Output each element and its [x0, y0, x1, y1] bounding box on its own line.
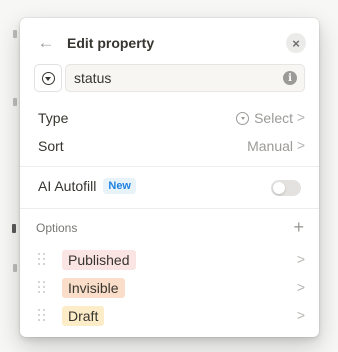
option-tag: Draft — [62, 306, 105, 326]
drag-handle-icon[interactable] — [38, 281, 46, 294]
edge-mark — [13, 30, 17, 38]
panel-title: Edit property — [67, 35, 155, 51]
edge-mark — [13, 98, 17, 106]
divider — [20, 166, 319, 167]
chevron-right-icon: > — [296, 137, 305, 153]
sort-value: Manual — [247, 138, 293, 154]
sort-row[interactable]: Sort Manual > — [20, 132, 319, 160]
panel-header: ← Edit property × — [20, 32, 319, 54]
new-badge: New — [103, 178, 136, 194]
option-item[interactable]: Published > — [20, 246, 319, 274]
drag-handle-icon[interactable] — [38, 253, 46, 266]
edit-property-panel: ← Edit property × i Type Select > Sort M… — [20, 18, 319, 337]
info-icon[interactable]: i — [283, 71, 297, 85]
select-type-icon — [236, 111, 250, 125]
chevron-right-icon: > — [296, 307, 305, 323]
ai-autofill-text: AI Autofill — [38, 178, 97, 194]
option-tag: Published — [62, 250, 136, 270]
chevron-right-icon: > — [296, 109, 305, 125]
ai-autofill-label: AI Autofill New — [38, 178, 136, 194]
edge-mark — [13, 264, 17, 272]
arrow-left-icon[interactable]: ← — [36, 33, 56, 53]
chevron-right-icon: > — [296, 251, 305, 267]
close-icon[interactable]: × — [286, 33, 306, 53]
ai-autofill-toggle[interactable] — [271, 180, 301, 196]
property-type-icon-button[interactable] — [34, 64, 62, 92]
type-label: Type — [38, 110, 69, 126]
background-page-edge — [0, 0, 20, 352]
options-header: Options + — [20, 217, 319, 238]
options-title: Options — [36, 221, 78, 235]
drag-handle-icon[interactable] — [38, 309, 46, 322]
type-value: Select — [236, 110, 293, 126]
chevron-right-icon: > — [296, 279, 305, 295]
divider — [20, 208, 319, 209]
property-name-row: i — [34, 64, 305, 92]
ai-autofill-row: AI Autofill New — [20, 172, 319, 200]
property-name-input[interactable] — [65, 64, 305, 92]
toggle-knob — [273, 182, 285, 194]
edge-mark — [12, 224, 16, 233]
select-type-icon — [41, 71, 55, 85]
add-option-icon[interactable]: + — [293, 217, 304, 237]
type-value-text: Select — [254, 110, 293, 126]
type-row[interactable]: Type Select > — [20, 104, 319, 132]
sort-label: Sort — [38, 138, 64, 154]
option-item[interactable]: Invisible > — [20, 274, 319, 302]
option-tag: Invisible — [62, 278, 125, 298]
option-item[interactable]: Draft > — [20, 302, 319, 330]
